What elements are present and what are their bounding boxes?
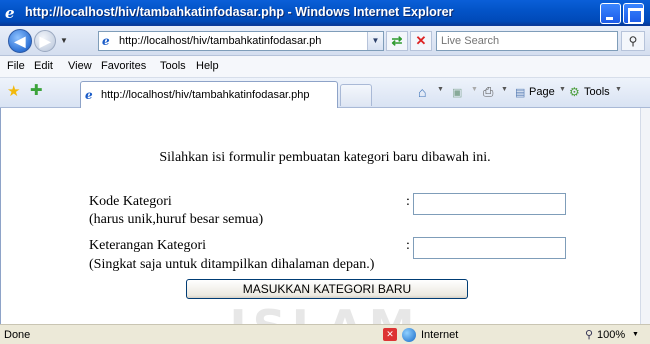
kode-kategori-label: Kode Kategori (89, 194, 172, 209)
search-field[interactable] (436, 31, 618, 51)
search-input[interactable] (437, 32, 597, 50)
internet-zone-globe-icon (402, 328, 416, 342)
forward-button[interactable]: ▶ (34, 30, 56, 52)
page-dropdown-icon[interactable]: ▼ (559, 86, 566, 93)
internet-explorer-icon: e (5, 4, 15, 22)
status-text: Done (4, 329, 31, 341)
recent-pages-dropdown[interactable]: ▼ (60, 36, 68, 45)
tools-gear-icon[interactable]: ⚙ (569, 85, 580, 99)
security-zone-label: Internet (421, 329, 459, 341)
address-field[interactable]: e http://localhost/hiv/tambahkatinfodasa… (98, 31, 384, 51)
tab-label: http://localhost/hiv/tambahkatinfodasar.… (101, 89, 310, 101)
submit-category-button[interactable]: MASUKKAN KATEGORI BARU (186, 279, 468, 299)
home-icon[interactable]: ⌂ (418, 84, 426, 100)
tools-dropdown-icon[interactable]: ▼ (615, 86, 622, 93)
blocked-content-icon[interactable]: ✕ (383, 328, 397, 341)
tab-command-bar: ★ ✚ e http://localhost/hiv/tambahkatinfo… (0, 78, 650, 108)
address-dropdown-button[interactable]: ▼ (367, 32, 383, 50)
home-dropdown-icon[interactable]: ▼ (437, 86, 444, 93)
add-favorites-icon[interactable]: ✚ (30, 83, 43, 99)
kode-kategori-input[interactable] (413, 193, 566, 215)
keterangan-kategori-label: Keterangan Kategori (89, 238, 206, 253)
back-arrow-icon: ◀ (14, 33, 26, 49)
refresh-button[interactable]: ⇄ (386, 31, 408, 51)
page-menu-button[interactable]: Page (529, 86, 555, 98)
menu-favorites[interactable]: Favorites (101, 60, 146, 72)
vertical-scrollbar[interactable] (640, 108, 650, 324)
stop-button[interactable]: ✕ (410, 31, 432, 51)
kode-kategori-colon: : (406, 194, 410, 209)
menu-bar: File Edit View Favorites Tools Help (0, 56, 650, 78)
stop-icon: ✕ (415, 33, 427, 48)
tab-page-icon: e (85, 88, 93, 102)
address-toolbar: ◀ ▶ ▼ e http://localhost/hiv/tambahkatin… (0, 26, 650, 56)
refresh-icon: ⇄ (391, 33, 403, 48)
menu-help[interactable]: Help (196, 60, 219, 72)
keterangan-kategori-hint: (Singkat saja untuk ditampilkan dihalama… (89, 257, 375, 272)
kode-kategori-hint: (harus unik,huruf besar semua) (89, 212, 264, 227)
feeds-icon[interactable]: ▣ (452, 86, 462, 99)
favorites-star-icon[interactable]: ★ (7, 84, 20, 100)
page-menu-icon[interactable]: ▤ (515, 86, 525, 99)
page-icon: e (102, 34, 110, 48)
print-icon[interactable]: ⎙ (483, 84, 493, 100)
address-url[interactable]: http://localhost/hiv/tambahkatinfodasar.… (119, 35, 369, 47)
menu-file[interactable]: File (7, 60, 25, 72)
tools-menu-button[interactable]: Tools (584, 86, 610, 98)
keterangan-kategori-colon: : (406, 238, 410, 253)
zoom-dropdown-icon[interactable]: ▼ (632, 331, 639, 338)
feeds-dropdown-icon[interactable]: ▼ (471, 86, 478, 93)
search-button[interactable]: ⚲ (621, 31, 645, 51)
menu-view[interactable]: View (68, 60, 92, 72)
search-icon: ⚲ (628, 34, 638, 48)
print-dropdown-icon[interactable]: ▼ (501, 86, 508, 93)
keterangan-kategori-input[interactable] (413, 237, 566, 259)
zoom-level[interactable]: 100% (597, 329, 625, 341)
minimize-button[interactable] (600, 3, 621, 24)
new-tab-button[interactable] (340, 84, 372, 106)
back-button[interactable]: ◀ (8, 29, 32, 53)
maximize-button[interactable] (623, 3, 644, 24)
title-bar: e http://localhost/hiv/tambahkatinfodasa… (0, 0, 650, 26)
form-intro-text: Silahkan isi formulir pembuatan kategori… (159, 150, 491, 165)
forward-arrow-icon: ▶ (39, 33, 51, 49)
tab-current-page[interactable]: e http://localhost/hiv/tambahkatinfodasa… (80, 81, 338, 108)
menu-tools[interactable]: Tools (160, 60, 186, 72)
window-title: http://localhost/hiv/tambahkatinfodasar.… (25, 5, 454, 19)
status-bar: Done ✕ Internet ⚲ 100% ▼ (0, 324, 650, 344)
zoom-magnifier-icon[interactable]: ⚲ (585, 328, 593, 341)
menu-edit[interactable]: Edit (34, 60, 53, 72)
